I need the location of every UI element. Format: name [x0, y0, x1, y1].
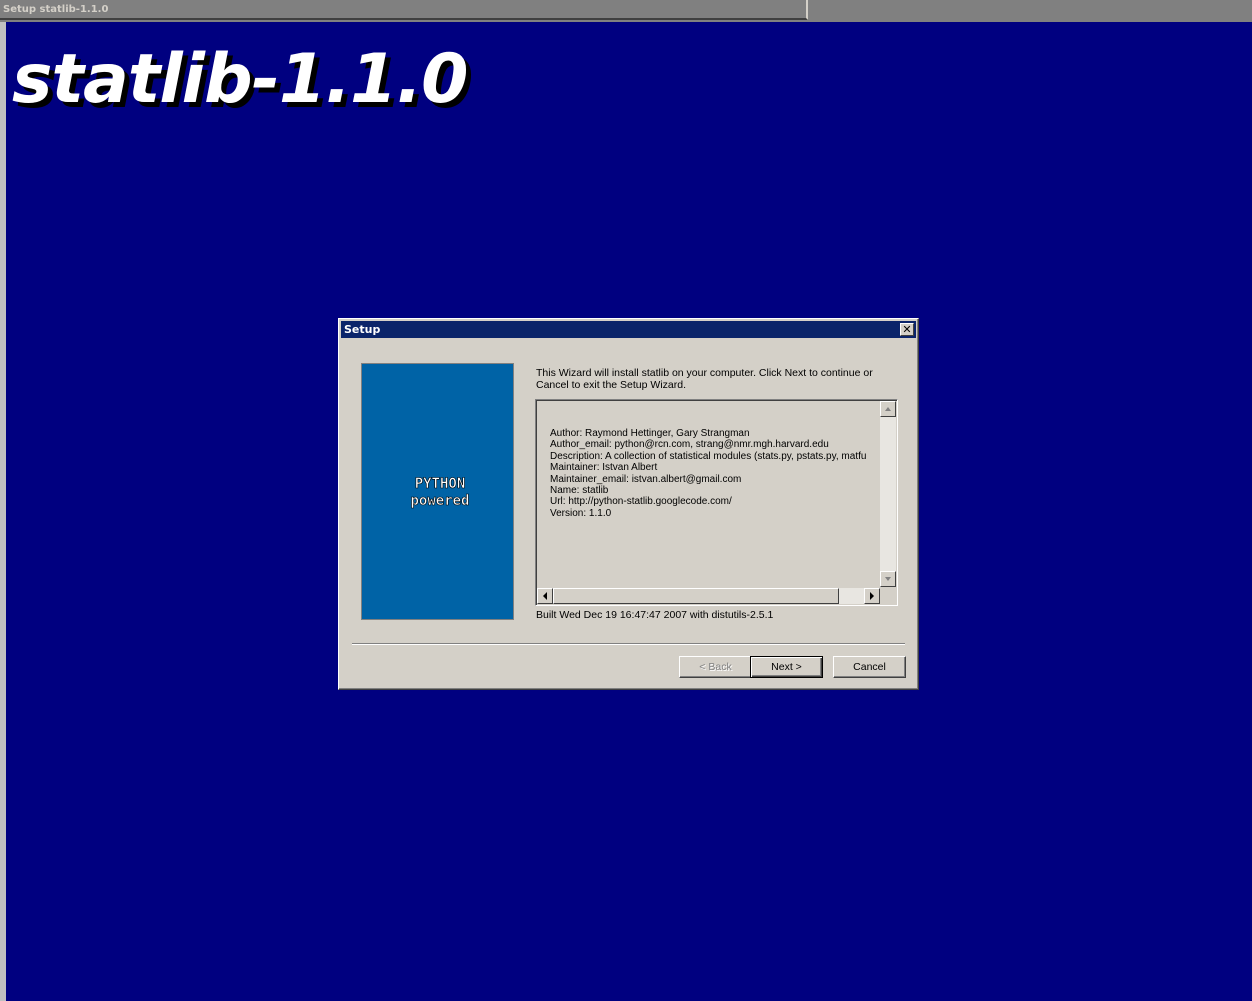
scroll-right-button[interactable] — [864, 588, 880, 604]
metadata-line: Maintainer_email: istvan.albert@gmail.co… — [550, 473, 742, 485]
horizontal-scrollbar[interactable] — [537, 588, 880, 604]
python-logo-panel: PYTHON powered — [361, 363, 514, 620]
scroll-up-button[interactable] — [880, 401, 896, 417]
metadata-line: Description: A collection of statistical… — [550, 450, 867, 462]
window-left-edge — [0, 22, 6, 1001]
outer-titlebar: Setup statlib-1.1.0 — [0, 0, 1252, 22]
window-title: Setup statlib-1.1.0 — [3, 4, 109, 15]
metadata-textbox[interactable]: Author: Raymond Hettinger, Gary Strangma… — [535, 399, 898, 606]
scroll-down-button[interactable] — [880, 571, 896, 587]
metadata-line: Author: Raymond Hettinger, Gary Strangma… — [550, 428, 750, 439]
intro-line-1: This Wizard will install statlib on your… — [536, 367, 873, 379]
build-info: Built Wed Dec 19 16:47:47 2007 with dist… — [536, 609, 774, 621]
vertical-scrollbar[interactable] — [880, 401, 896, 587]
intro-line-2: Cancel to exit the Setup Wizard. — [536, 379, 686, 391]
metadata-line: Url: http://python-statlib.googlecode.co… — [550, 496, 732, 508]
metadata-line: Author_email: python@rcn.com, strang@nmr… — [550, 439, 829, 451]
python-powered-logo: PYTHON powered — [410, 476, 470, 510]
arrow-up-icon — [885, 407, 891, 411]
outer-title-tab: Setup statlib-1.1.0 — [0, 0, 808, 20]
arrow-down-icon — [885, 577, 891, 581]
close-button[interactable]: ✕ — [900, 323, 914, 336]
installer-banner: statlib-1.1.0 — [12, 40, 468, 119]
scroll-corner — [880, 588, 896, 604]
setup-dialog: Setup ✕ PYTHON powered This Wizard will … — [338, 318, 919, 690]
cancel-button[interactable]: Cancel — [833, 656, 906, 678]
dialog-titlebar[interactable]: Setup ✕ — [341, 321, 916, 338]
arrow-right-icon — [870, 592, 874, 600]
dialog-title: Setup — [344, 323, 381, 336]
scroll-left-button[interactable] — [537, 588, 553, 604]
arrow-left-icon — [543, 592, 547, 600]
metadata-content: Author: Raymond Hettinger, Gary Strangma… — [550, 428, 880, 519]
metadata-line: Name: statlib — [550, 485, 609, 497]
close-icon: ✕ — [902, 323, 912, 336]
next-button[interactable]: Next > — [750, 656, 823, 678]
metadata-line: Version: 1.1.0 — [550, 507, 612, 519]
horizontal-scroll-thumb[interactable] — [553, 588, 839, 604]
python-logo-line2: powered — [410, 493, 469, 509]
metadata-line: Maintainer: Istvan Albert — [550, 462, 658, 474]
intro-text: This Wizard will install statlib on your… — [536, 367, 886, 391]
python-logo-line1: PYTHON — [415, 476, 466, 492]
button-separator — [352, 643, 905, 645]
back-button[interactable]: < Back — [679, 656, 752, 678]
